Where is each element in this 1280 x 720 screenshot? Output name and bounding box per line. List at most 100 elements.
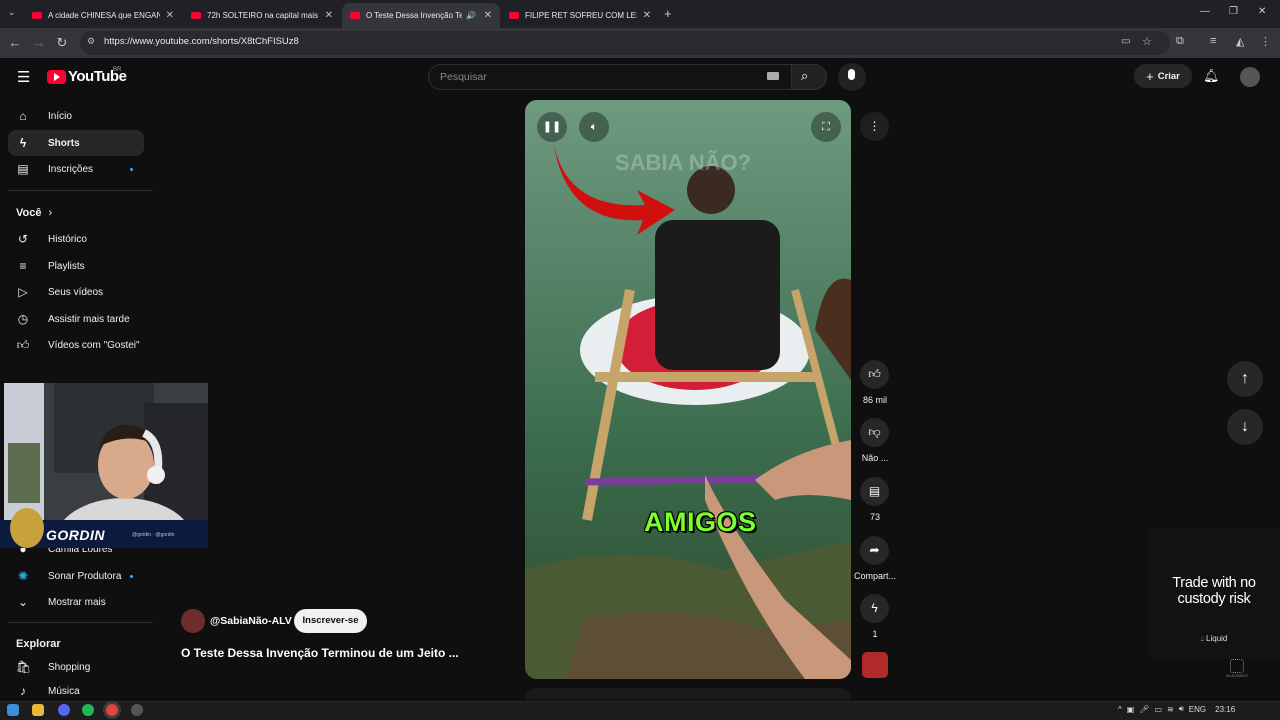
video-frame: SABIA NÃO?	[525, 100, 851, 679]
sidebar-item-label: Música	[48, 685, 80, 697]
microphone-icon	[848, 69, 855, 80]
close-tab-icon[interactable]: ✕	[484, 10, 492, 21]
audio-playing-icon[interactable]: 🔊	[466, 11, 476, 20]
file-explorer-icon[interactable]	[32, 704, 44, 716]
back-icon[interactable]: ←	[6, 34, 24, 52]
comment-icon: ▤	[868, 484, 881, 498]
fullscreen-icon: ⛶	[822, 121, 830, 133]
browser-menu-icon[interactable]: ⋮	[1260, 35, 1271, 48]
account-avatar[interactable]	[1240, 67, 1260, 87]
input-language[interactable]: ENG	[1189, 705, 1206, 714]
comments-button[interactable]: ▤	[860, 477, 889, 506]
close-tab-icon[interactable]: ✕	[325, 10, 333, 21]
windows-taskbar	[0, 701, 1280, 720]
sidebar-item-your-videos[interactable]: ▷ Seus vídeos	[8, 279, 144, 305]
volume-tray-icon[interactable]: 🔊︎	[1179, 704, 1184, 714]
browser-tab-2[interactable]: 72h SOLTEIRO na capital mais ✕	[183, 3, 341, 28]
bookmark-star-icon[interactable]: ☆	[1142, 35, 1152, 48]
youtube-favicon-icon	[509, 12, 519, 19]
shorts-video-player[interactable]: SABIA NÃO? ❚❚ 🔈︎ ⛶	[525, 100, 851, 679]
reading-list-icon[interactable]: ≡	[1210, 35, 1216, 47]
wifi-icon[interactable]: ≋	[1167, 705, 1174, 714]
youtube-logo-icon[interactable]	[47, 70, 66, 84]
forward-icon[interactable]: →	[30, 34, 48, 52]
discord-icon[interactable]	[58, 704, 70, 716]
next-short-preview[interactable]	[525, 688, 851, 700]
obs-icon[interactable]	[131, 704, 143, 716]
minimize-icon[interactable]: —	[1200, 6, 1210, 17]
mute-button[interactable]: 🔈︎	[579, 112, 609, 142]
dislike-button[interactable]: 👎︎	[860, 418, 889, 447]
sidebar-you-heading[interactable]: Você ›	[16, 207, 52, 219]
tray-app-icon[interactable]: ▣	[1127, 705, 1135, 714]
channel-name[interactable]: @SabiaNão-ALV	[210, 615, 292, 627]
sidebar-subscription-sonar[interactable]: ✺ Sonar Produtora	[8, 563, 144, 589]
tray-overflow-icon[interactable]: ^	[1118, 705, 1122, 714]
reload-icon[interactable]: ↻	[53, 34, 71, 52]
video-title[interactable]: O Teste Dessa Invenção Terminou de um Je…	[181, 646, 459, 660]
shopping-icon: 🛍︎	[16, 660, 32, 674]
sidebar-item-shorts[interactable]: ϟ Shorts	[8, 130, 144, 156]
thumbs-up-icon: 👍︎	[868, 367, 881, 381]
sidebar-item-watch-later[interactable]: ◷ Assistir mais tarde	[8, 306, 144, 332]
like-button[interactable]: 👍︎	[860, 360, 889, 389]
sidebar-item-home[interactable]: ⌂ Início	[8, 103, 144, 129]
close-tab-icon[interactable]: ✕	[643, 10, 651, 21]
ad-brand-label: Liquid	[1206, 634, 1228, 643]
spotify-icon[interactable]	[82, 704, 94, 716]
new-tab-icon[interactable]: +	[664, 6, 672, 21]
create-button[interactable]: + Criar	[1134, 64, 1192, 88]
like-count: 86 mil	[862, 395, 887, 405]
network-icon[interactable]: ▭	[1154, 705, 1162, 714]
pause-button[interactable]: ❚❚	[537, 112, 567, 142]
sidebar-divider	[8, 190, 153, 191]
search-input[interactable]: Pesquisar	[428, 64, 792, 90]
next-short-button[interactable]: ↓	[1227, 409, 1263, 445]
profile-icon[interactable]: ◭	[1236, 35, 1244, 48]
audio-source-thumbnail[interactable]	[862, 652, 888, 678]
address-bar[interactable]: ⚙ https://www.youtube.com/shorts/X8tChFI…	[80, 31, 1170, 55]
sidebar-item-shopping[interactable]: 🛍︎ Shopping	[8, 654, 144, 680]
subscribe-button[interactable]: Inscrever-se	[294, 609, 367, 633]
extensions-icon[interactable]: ⧉	[1176, 35, 1184, 48]
tab-title: A cidade CHINESA que ENGANA	[48, 11, 160, 20]
sidebar-item-music[interactable]: ♪ Música	[8, 681, 144, 701]
cast-icon[interactable]: ▭	[1121, 36, 1130, 47]
more-options-button[interactable]: ⋮	[860, 112, 889, 141]
previous-short-button[interactable]: ↑	[1227, 361, 1263, 397]
system-tray[interactable]: ^ ▣ 🎤︎ ▭ ≋ 🔊︎ ENG 23:16	[1118, 704, 1235, 714]
browser-tab-4[interactable]: FILIPE RET SOFREU COM LESÃO ✕	[501, 3, 659, 28]
sidebar-item-liked-videos[interactable]: 👍︎ Vídeos com "Gostei"	[8, 332, 144, 358]
sidebar-item-history[interactable]: ↺ Histórico	[8, 226, 144, 252]
sidebar-show-more[interactable]: ⌄ Mostrar mais	[8, 589, 144, 615]
notifications-bell-icon[interactable]: 🔔︎	[1203, 68, 1220, 84]
sidebar-item-label: Vídeos com "Gostei"	[48, 339, 140, 351]
tray-mic-icon[interactable]: 🎤︎	[1139, 705, 1149, 714]
close-window-icon[interactable]: ✕	[1258, 6, 1266, 17]
ad-brand: 💧︎ Liquid	[1150, 634, 1278, 644]
remix-button[interactable]: ϟ	[860, 594, 889, 623]
chrome-icon[interactable]	[106, 704, 118, 716]
close-tab-icon[interactable]: ✕	[166, 10, 174, 21]
pause-icon: ❚❚	[542, 121, 562, 133]
share-button[interactable]: ➦	[860, 536, 889, 565]
arrow-up-icon: ↑	[1241, 370, 1249, 387]
sidebar-item-playlists[interactable]: ≡ Playlists	[8, 253, 144, 279]
chevron-right-icon: ›	[48, 207, 53, 219]
voice-search-button[interactable]	[838, 63, 866, 91]
ad-footer-logo-text: BLACKBOX	[1226, 673, 1248, 678]
browser-tab-3-active[interactable]: O Teste Dessa Invenção Ter 🔊 ✕	[342, 3, 500, 28]
browser-tab-1[interactable]: A cidade CHINESA que ENGANA ✕	[24, 3, 182, 28]
search-button[interactable]: ⌕	[791, 64, 827, 90]
windows-start-icon[interactable]	[7, 704, 19, 716]
restore-icon[interactable]: ❐	[1229, 6, 1238, 17]
channel-avatar[interactable]	[181, 609, 205, 633]
tab-search-icon[interactable]: ⌄	[8, 7, 16, 18]
site-info-icon[interactable]: ⚙	[87, 36, 95, 47]
clock[interactable]: 23:16	[1215, 705, 1235, 714]
sidebar-item-subscriptions[interactable]: ▤ Inscrições	[8, 156, 144, 182]
hamburger-menu-icon[interactable]: ☰	[17, 68, 30, 86]
fullscreen-button[interactable]: ⛶	[811, 112, 841, 142]
keyboard-icon[interactable]	[767, 72, 779, 80]
url-text[interactable]: https://www.youtube.com/shorts/X8tChFISU…	[104, 36, 299, 47]
